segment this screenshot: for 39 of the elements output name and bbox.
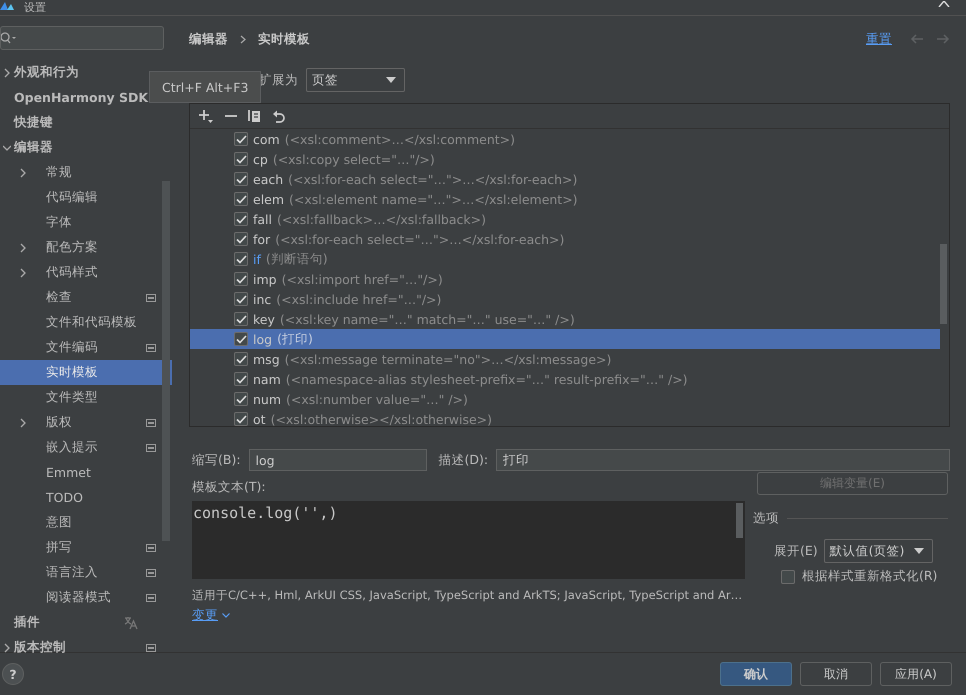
template-description: (<xsl:otherwise></xsl:otherwise>) (270, 412, 492, 426)
template-abbreviation: elem (253, 192, 284, 206)
template-abbreviation: msg (253, 352, 280, 366)
template-description: (<xsl:import href="…"/>) (282, 272, 443, 286)
window-title: 设置 (24, 1, 46, 14)
template-description: (判断语句) (266, 250, 328, 268)
applicable-contexts-text: 适用于C/C++, Hml, ArkUI CSS, JavaScript, TypeScript and ArkTS; JavaScript, TypeScript and Ar… (192, 588, 742, 603)
template-description: (<xsl:element name="…">…</xsl:element>) (289, 192, 578, 206)
template-abbreviation: fall (253, 212, 272, 226)
field-label: 模板文本(T): (192, 479, 267, 496)
template-abbreviation: each (253, 172, 284, 186)
template-description: (<namespace-alias stylesheet-prefix="…" result-prefix="…" />) (286, 372, 688, 386)
template-abbreviation: imp (253, 272, 277, 286)
template-abbreviation: if (253, 252, 261, 266)
field-label: 缩写(B): (192, 452, 241, 468)
shortcut-tooltip: Ctrl+F Alt+F3 (149, 71, 262, 103)
template-description: (<xsl:for-each select="…">…</xsl:for-each>) (288, 172, 578, 186)
field-label: 描述(D): (438, 452, 488, 468)
template-description: (<xsl:message terminate="no">…</xsl:message>) (284, 352, 612, 366)
template-description: (打印) (277, 330, 313, 348)
template-description: (<xsl:for-each select="…">…</xsl:for-each>) (275, 232, 564, 246)
template-description: (<xsl:include href="…"/>) (276, 292, 442, 306)
template-abbreviation: ot (253, 412, 266, 426)
template-abbreviation: for (253, 232, 270, 246)
template-abbreviation: com (253, 132, 280, 146)
template-abbreviation: inc (253, 292, 272, 306)
template-abbreviation: key (253, 312, 275, 326)
template-description: (<xsl:number value="…" />) (286, 392, 468, 406)
template-abbreviation: cp (253, 152, 268, 166)
template-description: (<xsl:copy select="…"/>) (272, 152, 435, 166)
template-abbreviation: nam (253, 372, 281, 386)
template-abbreviation: num (253, 392, 282, 406)
template-description: (<xsl:comment>…</xsl:comment>) (284, 132, 516, 146)
template-description: (<xsl:key name="…" match="…" use="…" />) (280, 312, 575, 326)
options-heading: 选项 (753, 510, 779, 527)
field-label: 展开(E) (774, 542, 818, 560)
template-abbreviation: log (253, 332, 272, 346)
checkbox-label: 根据样式重新格式化(R) (802, 568, 938, 585)
template-description: (<xsl:fallback>…</xsl:fallback>) (277, 212, 486, 226)
